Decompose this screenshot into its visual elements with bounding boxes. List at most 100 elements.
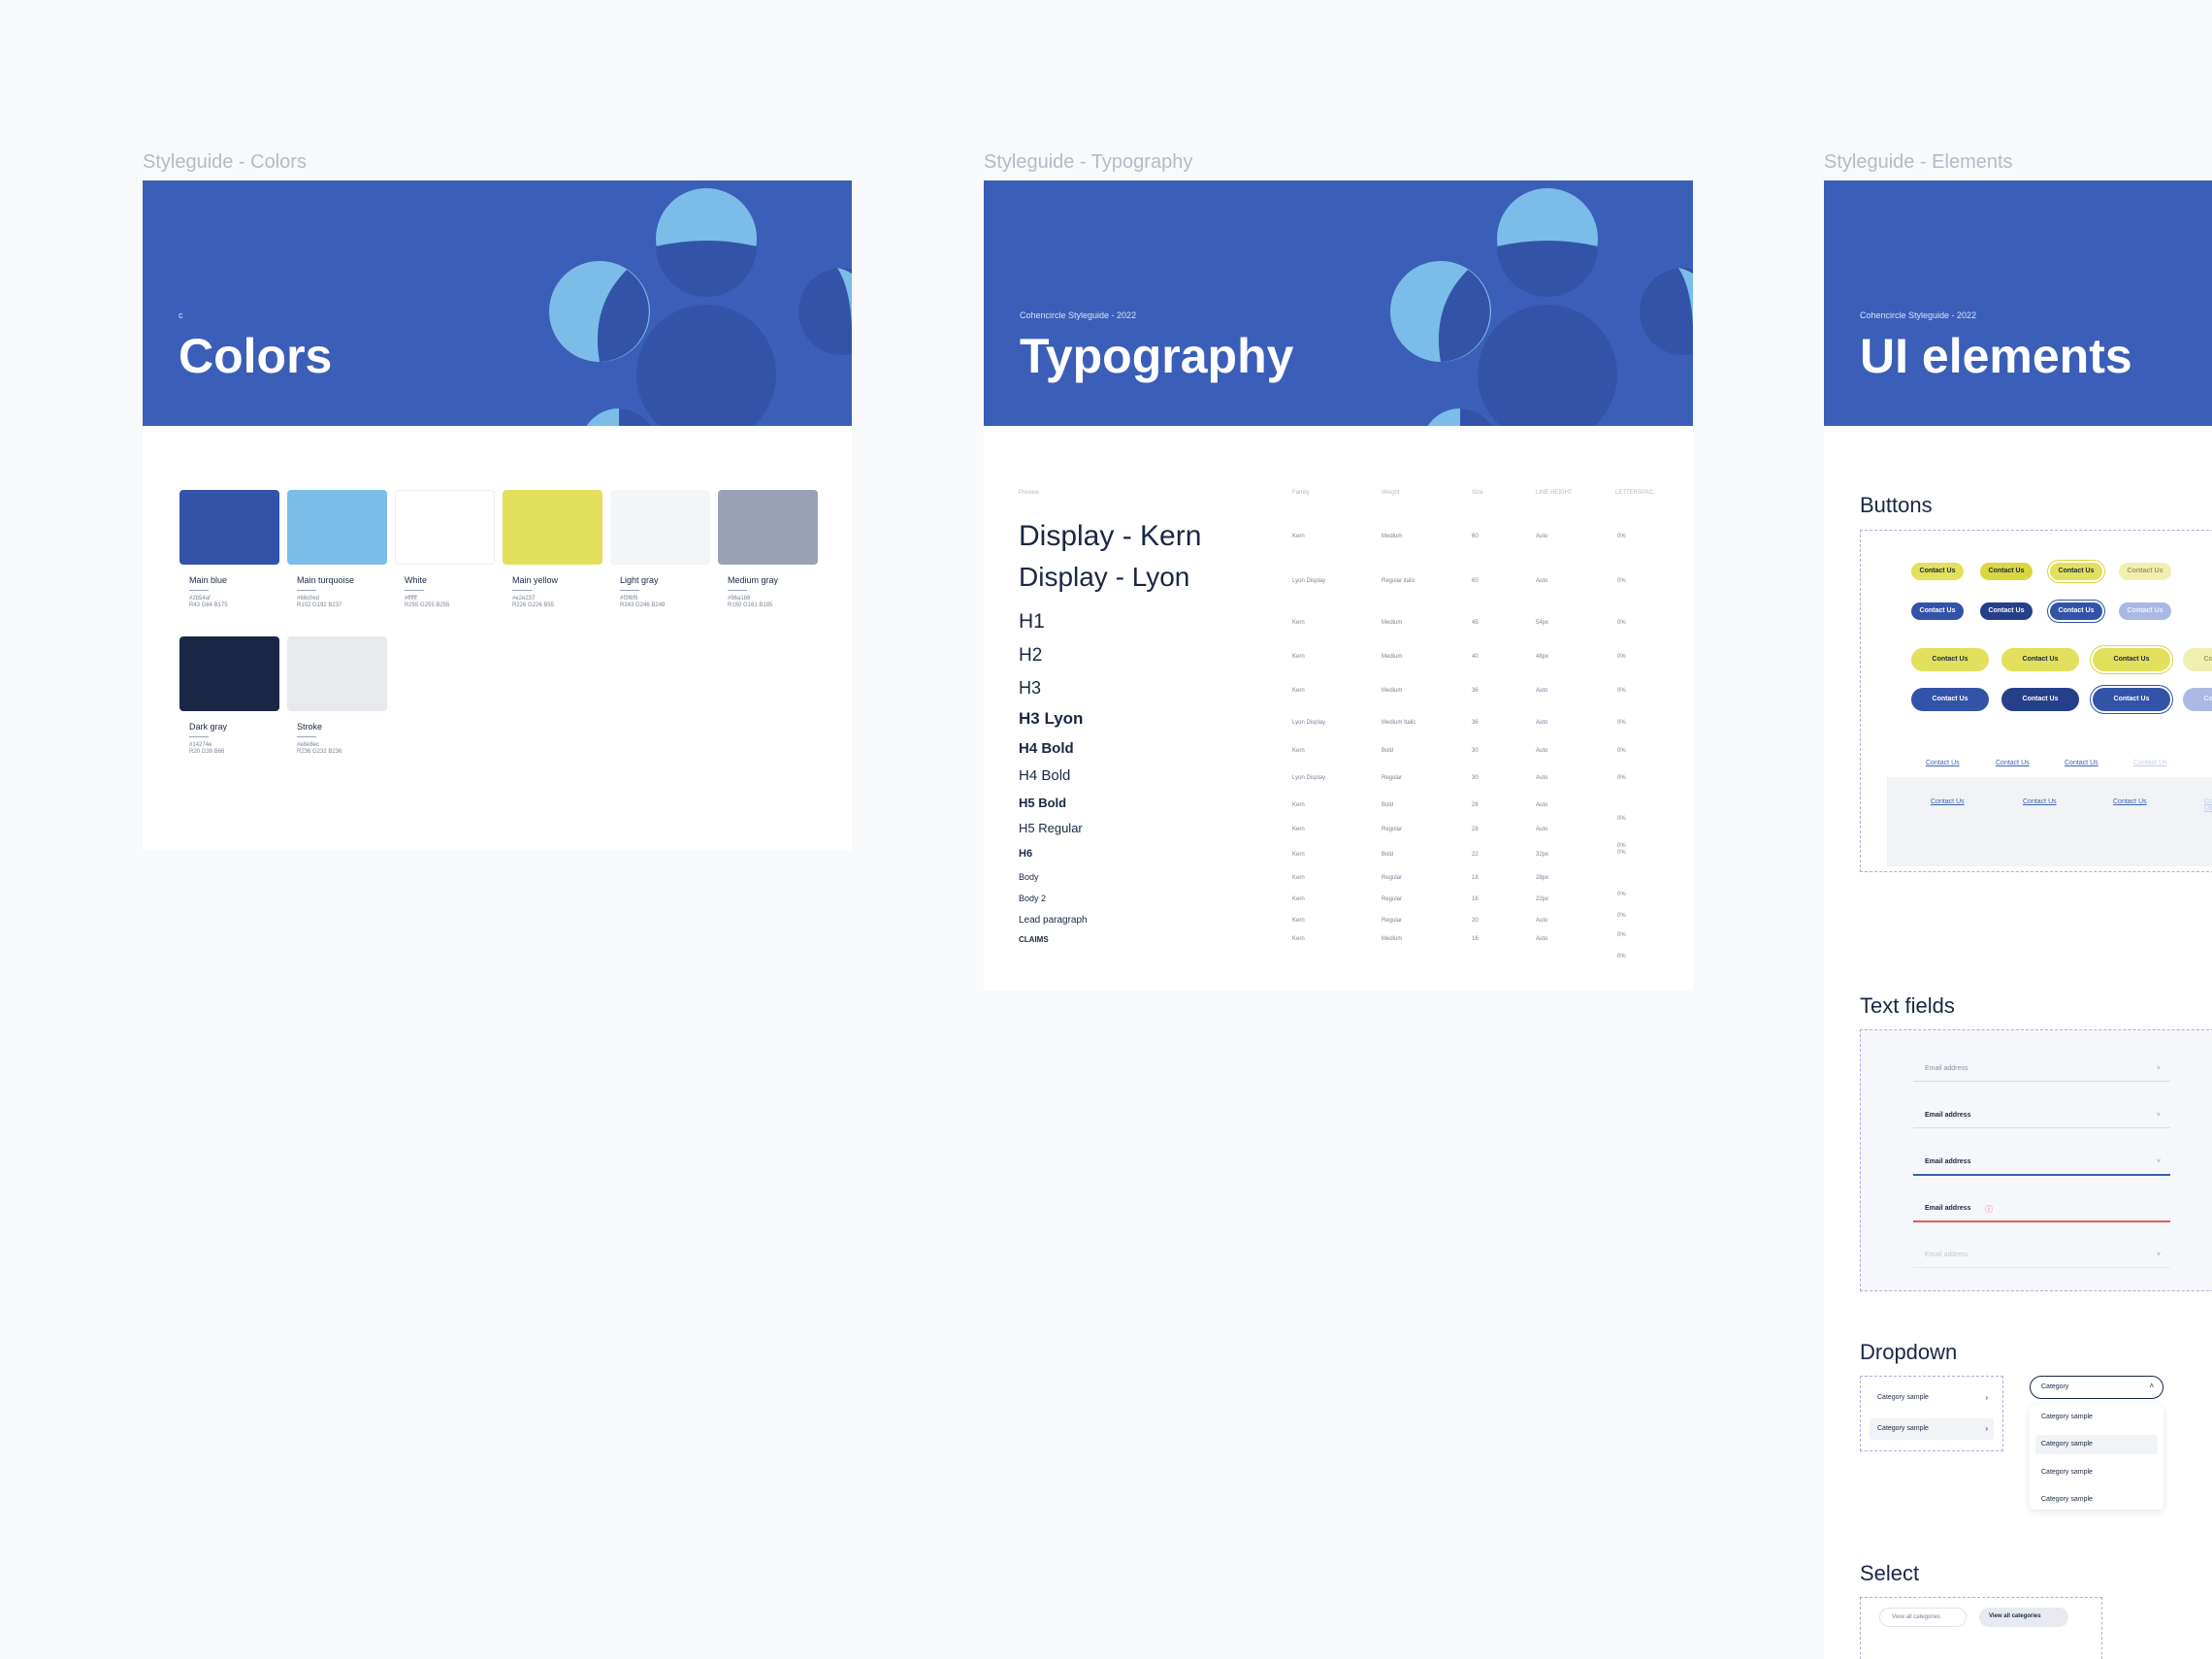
select-pill[interactable]: View all categories (1879, 1608, 1967, 1627)
type-letter-spacing: 0% (1617, 843, 1626, 849)
contact-button[interactable]: Contact Us (1911, 648, 1989, 671)
type-weight: Medium (1382, 936, 1403, 942)
contact-button[interactable]: Contact Us (2001, 648, 2079, 671)
type-preview: H6 (1019, 848, 1033, 860)
hero-circles-graphic (549, 188, 852, 426)
dropdown-item[interactable]: Category sample › (1870, 1418, 1994, 1440)
type-line-height: Auto (1536, 720, 1548, 726)
column-header-letter-spacing: LETTERSPAC. (1615, 490, 1655, 496)
dropdown-item[interactable]: Category sample › (1870, 1387, 1994, 1409)
type-preview: H5 Regular (1019, 821, 1083, 835)
contact-button[interactable]: Contact Us (2093, 688, 2170, 711)
type-letter-spacing: 0% (1617, 654, 1626, 660)
color-swatch (718, 490, 818, 565)
swatch-name: Stroke (297, 722, 323, 732)
type-family: Kern (1292, 534, 1305, 539)
swatch-divider (297, 590, 316, 591)
typography-hero: Cohencircle Styleguide - 2022 Typography (984, 180, 1693, 426)
type-family: Kern (1292, 936, 1305, 942)
select-pill-active[interactable]: View all categories (1979, 1608, 2068, 1627)
contact-button[interactable]: Contact Us (2119, 602, 2171, 620)
color-swatch (395, 490, 495, 565)
type-letter-spacing: 0% (1617, 892, 1626, 897)
section-title-select: Select (1860, 1561, 1920, 1585)
contact-button[interactable]: Contact Us (1911, 602, 1964, 620)
dropdown-menu: Category sample Category sample Category… (2030, 1405, 2163, 1510)
contact-button[interactable]: Contact Us (2183, 688, 2212, 711)
type-weight: Medium (1382, 688, 1403, 694)
text-field[interactable]: Email address ˅ (1913, 1061, 2170, 1082)
page-title: Colors (179, 329, 333, 383)
chevron-right-icon: › (1985, 1393, 1988, 1402)
contact-link[interactable]: Contact Us (2113, 798, 2147, 805)
type-preview: H5 Bold (1019, 796, 1067, 810)
chevron-down-icon: ˅ (2156, 1065, 2161, 1072)
contact-button[interactable]: Contact Us (2001, 688, 2079, 711)
type-preview: Lead paragraph (1019, 915, 1088, 926)
dropdown-option[interactable]: Category sample (2041, 1414, 2093, 1420)
type-size: 40 (1472, 654, 1479, 660)
type-letter-spacing: 0% (1617, 954, 1626, 960)
dropdown-open-button[interactable]: Category ˄ (2030, 1376, 2163, 1399)
type-line-height: Auto (1536, 748, 1548, 754)
contact-button[interactable]: Contact Us (1911, 563, 1964, 580)
type-size: 45 (1472, 620, 1479, 626)
contact-button[interactable]: Contact Us (1980, 602, 2033, 620)
contact-button[interactable]: Contact Us (1980, 563, 2033, 580)
type-size: 18 (1472, 875, 1479, 881)
contact-button[interactable]: Contact Us (2183, 648, 2212, 671)
elements-frame: Cohencircle Styleguide - 2022 UI element… (1824, 180, 2212, 1659)
chevron-up-icon: ˄ (2149, 1382, 2154, 1390)
swatch-rgb: R226 G226 B55 (512, 602, 555, 608)
type-family: Kern (1292, 875, 1305, 881)
type-size: 28 (1472, 827, 1479, 832)
select-pill-label: View all categories (1892, 1614, 1940, 1620)
color-swatch (179, 490, 279, 565)
contact-link[interactable]: Contact Us (2204, 798, 2212, 812)
text-field[interactable]: Email address ⓘ (1913, 1201, 2170, 1222)
contact-button[interactable]: Contact Us (1911, 688, 1989, 711)
select-container (1860, 1597, 2102, 1659)
type-preview: H4 Bold (1019, 740, 1074, 757)
hero-circles-graphic (1390, 188, 1693, 426)
contact-button[interactable]: Contact Us (2050, 563, 2102, 580)
swatch-name: Light gray (620, 575, 659, 585)
text-field[interactable]: Email address ˅ (1913, 1248, 2170, 1268)
contact-button[interactable]: Contact Us (2093, 648, 2170, 671)
type-size: 28 (1472, 802, 1479, 808)
dropdown-option[interactable]: Category sample (2041, 1441, 2093, 1448)
dropdown-option[interactable]: Category sample (2041, 1469, 2093, 1476)
type-line-height: Auto (1536, 775, 1548, 781)
type-letter-spacing: 0% (1617, 816, 1626, 822)
text-field-label: Email address (1925, 1158, 1971, 1165)
color-swatch (179, 636, 279, 711)
contact-link[interactable]: Contact Us (2065, 760, 2098, 766)
text-field-label: Email address (1925, 1112, 1971, 1119)
contact-link[interactable]: Contact Us (1996, 760, 2030, 766)
type-size: 20 (1472, 918, 1479, 924)
text-field[interactable]: Email address ˅ (1913, 1155, 2170, 1176)
type-preview: Display - Kern (1019, 520, 1202, 552)
type-letter-spacing: 0% (1617, 775, 1626, 781)
dropdown-option[interactable]: Category sample (2041, 1496, 2093, 1503)
contact-link[interactable]: Contact Us (2023, 798, 2057, 805)
column-header-preview: Preview (1019, 490, 1040, 496)
dropdown-label: Category (2041, 1383, 2069, 1390)
type-family: Kern (1292, 620, 1305, 626)
swatch-divider (297, 736, 316, 737)
error-icon: ⓘ (1985, 1205, 1993, 1214)
type-family: Kern (1292, 896, 1305, 902)
swatch-rgb: R20 G39 B66 (189, 749, 225, 755)
type-weight: Regular (1382, 875, 1403, 881)
type-letter-spacing: 0% (1617, 578, 1626, 584)
select-pill-label: View all categories (1989, 1613, 2041, 1619)
type-family: Kern (1292, 827, 1305, 832)
contact-link[interactable]: Contact Us (1931, 798, 1965, 805)
type-weight: Medium (1382, 654, 1403, 660)
contact-button[interactable]: Contact Us (2119, 563, 2171, 580)
contact-button[interactable]: Contact Us (2050, 602, 2102, 620)
text-field[interactable]: Email address ˅ (1913, 1108, 2170, 1128)
contact-link[interactable]: Contact Us (2133, 760, 2167, 766)
type-family: Kern (1292, 918, 1305, 924)
contact-link[interactable]: Contact Us (1926, 760, 1960, 766)
